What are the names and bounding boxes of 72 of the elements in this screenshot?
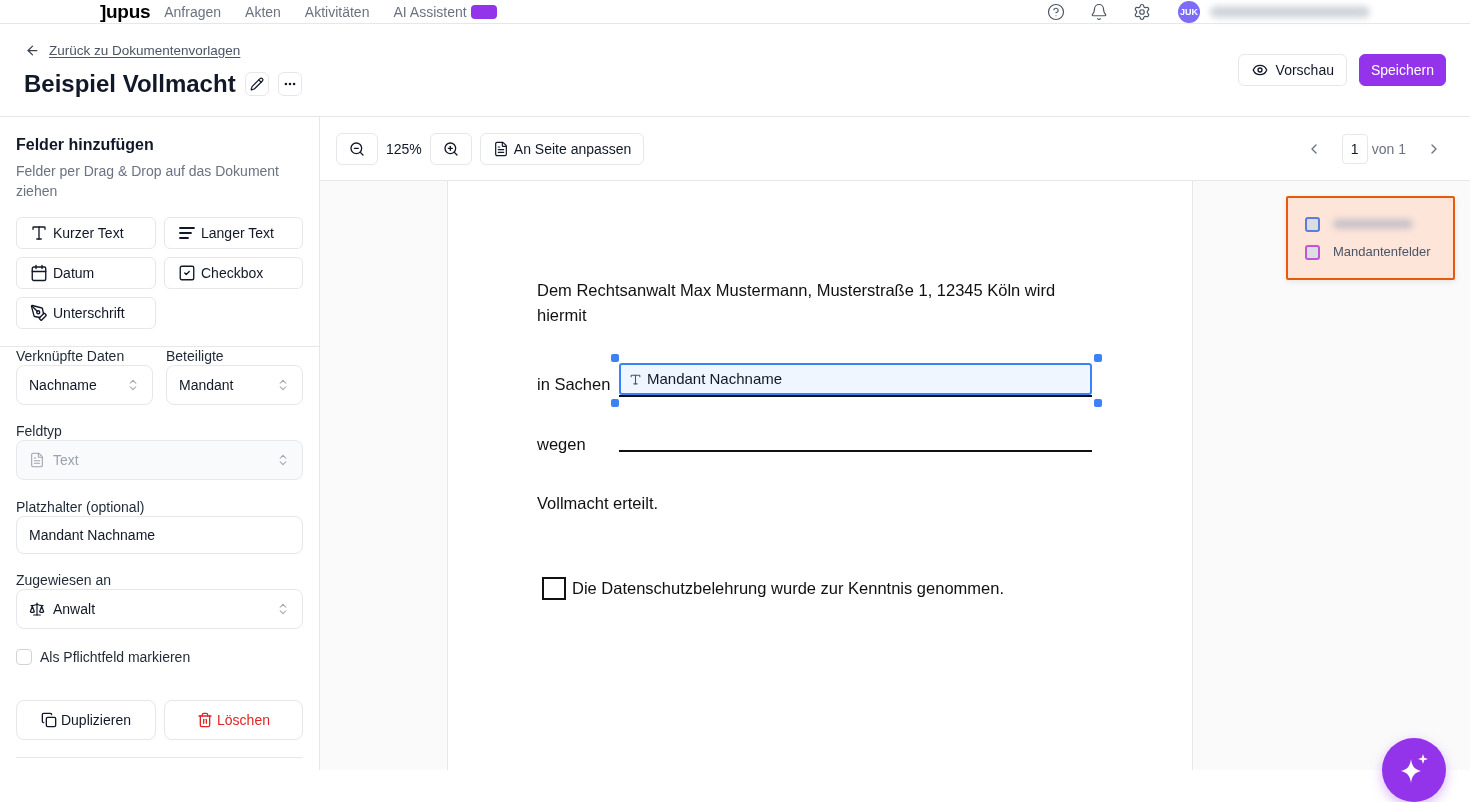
save-button[interactable]: Speichern — [1358, 54, 1446, 86]
field-label: Platzhalter (optional) — [16, 498, 146, 516]
field-type-button[interactable]: Datum — [16, 257, 156, 289]
checked-square-icon — [178, 264, 196, 282]
logo: ]upus — [100, 0, 151, 23]
page-total: von 1 — [1371, 140, 1406, 157]
resize-handle[interactable] — [1094, 399, 1102, 407]
page-title: Beispiel Vollmacht — [24, 68, 236, 99]
lines-icon — [178, 224, 196, 242]
pen-nib-icon — [30, 304, 48, 322]
text-field[interactable]: Mandant Nachname — [619, 363, 1092, 395]
help-icon[interactable] — [1047, 2, 1065, 21]
legend-swatch[interactable] — [1305, 216, 1320, 232]
legend-swatch[interactable] — [1305, 244, 1320, 260]
calendar-icon — [30, 264, 48, 282]
arrow-left-icon — [25, 43, 40, 58]
fit-page-button[interactable]: An Seite anpassen — [479, 132, 645, 165]
page-number-input[interactable]: 1 — [1341, 133, 1368, 164]
resize-handle[interactable] — [611, 399, 619, 407]
placeholder-input[interactable]: Mandant Nachname — [16, 516, 303, 554]
scales-icon — [29, 601, 45, 617]
zoom-in-icon — [442, 140, 459, 157]
linked-data-select[interactable]: Nachname — [16, 365, 153, 405]
user-avatar[interactable]: JUK — [1178, 0, 1200, 23]
assistant-button[interactable] — [1382, 738, 1446, 802]
nav-link[interactable]: Anfragen — [164, 2, 222, 21]
trash-icon — [197, 712, 214, 728]
required-checkbox[interactable] — [16, 649, 32, 665]
field-label: Feldtyp — [16, 422, 63, 440]
legend-label: Mandantenfelder — [1333, 244, 1431, 260]
copy-icon — [40, 712, 57, 728]
field-placeholder: Mandant Nachname — [647, 370, 783, 388]
nav-link[interactable]: AI Assistent — [393, 2, 467, 21]
zoom-level: 125% — [386, 140, 422, 157]
eye-icon — [1251, 62, 1268, 78]
resize-handle[interactable] — [611, 354, 619, 362]
delete-button[interactable]: Löschen — [164, 700, 303, 740]
field-label: Zugewiesen an — [16, 571, 112, 589]
document-text: in Sachen — [537, 374, 612, 395]
nav-link[interactable]: Akten — [245, 2, 281, 21]
letter-t-icon — [629, 372, 642, 386]
zoom-out-icon — [349, 140, 365, 157]
nav-link[interactable]: Aktivitäten — [304, 2, 370, 21]
zoom-in-button[interactable] — [429, 132, 472, 165]
document-text: Vollmacht erteilt. — [537, 493, 660, 514]
back-link[interactable]: Zurück zu Dokumentenvorlagen — [24, 40, 302, 61]
section-description: Felder per Drag & Drop auf das Dokument ziehen — [16, 162, 280, 201]
preview-button[interactable]: Vorschau — [1237, 54, 1347, 86]
section-title: Felder hinzufügen — [16, 135, 155, 155]
letter-t-icon — [30, 224, 48, 242]
settings-icon[interactable] — [1133, 2, 1151, 21]
field-type-button[interactable]: Checkbox — [164, 257, 303, 289]
field-type-button[interactable]: Kurzer Text — [16, 217, 156, 249]
document-text: Dem Rechtsanwalt Max Mustermann, Musterstraße 1, 12345 Köln wird hiermit — [537, 280, 1057, 326]
document-icon — [492, 140, 509, 157]
checkbox-label: Die Datenschutzbelehrung wurde zur Kenntnis genommen. — [572, 578, 1004, 599]
field-label: Beteiligte — [166, 347, 225, 365]
zoom-out-button[interactable] — [336, 132, 378, 165]
pencil-icon — [249, 76, 264, 91]
edit-title-button[interactable] — [244, 71, 269, 96]
duplicate-button[interactable]: Duplizieren — [16, 700, 156, 740]
field-label: Verknüpfte Daten — [16, 347, 126, 365]
checkbox-label: Als Pflichtfeld markieren — [40, 648, 191, 666]
bell-icon[interactable] — [1090, 2, 1108, 21]
checkbox[interactable] — [542, 577, 566, 600]
document-icon — [29, 452, 45, 468]
resize-handle[interactable] — [1094, 354, 1102, 362]
document-text: wegen — [537, 434, 587, 455]
participant-select[interactable]: Mandant — [166, 365, 303, 405]
assignee-select[interactable]: Anwalt — [16, 589, 303, 629]
field-type-button[interactable]: Langer Text — [164, 217, 303, 249]
field-type-button[interactable]: Unterschrift — [16, 297, 156, 329]
